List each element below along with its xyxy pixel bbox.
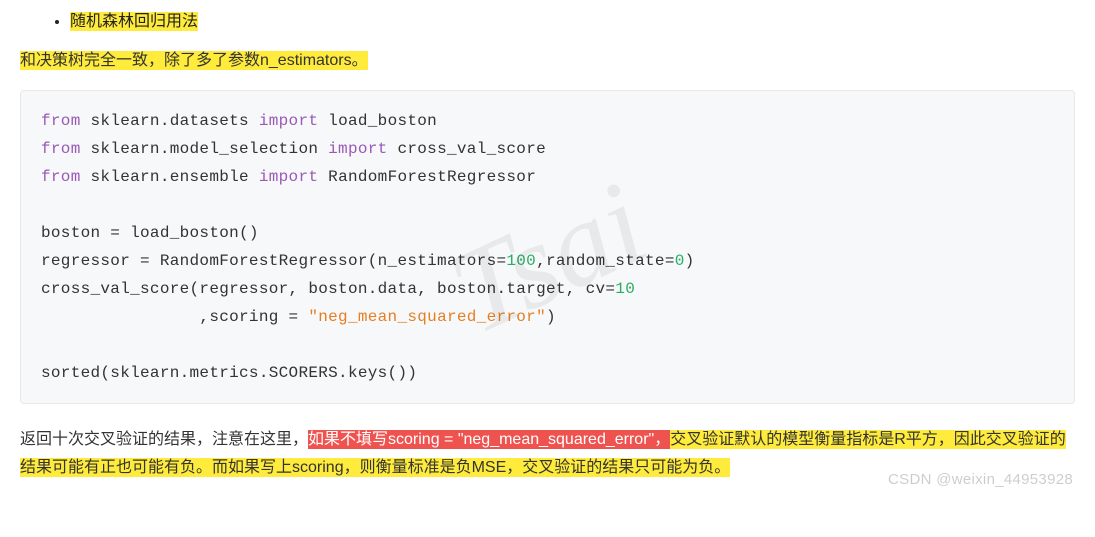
csdn-watermark: CSDN @weixin_44953928 <box>888 467 1073 493</box>
code-num: 100 <box>506 252 536 270</box>
code-text: boston = load_boston() <box>41 224 259 242</box>
code-kw: import <box>259 112 318 130</box>
code-num: 0 <box>675 252 685 270</box>
code-text: ) <box>685 252 695 270</box>
code-text: load_boston <box>318 112 437 130</box>
code-kw: from <box>41 112 81 130</box>
bullet-list: 随机森林回归用法 <box>20 8 1075 35</box>
code-text: sklearn.datasets <box>81 112 259 130</box>
code-text: sklearn.model_selection <box>81 140 329 158</box>
code-text: cross_val_score(regressor, boston.data, … <box>41 280 615 298</box>
para2-pre: 返回十次交叉验证的结果，注意在这里， <box>20 431 308 448</box>
code-kw: import <box>328 140 387 158</box>
code-text: sorted(sklearn.metrics.SCORERS.keys()) <box>41 364 417 382</box>
code-kw: from <box>41 140 81 158</box>
para2-mid: 而如果写上scoring，则衡量标准是负MSE，交叉验证的结果只可能为负。 <box>212 458 730 477</box>
code-text: regressor = RandomForestRegressor(n_esti… <box>41 252 506 270</box>
code-text: RandomForestRegressor <box>318 168 536 186</box>
code-text: ) <box>546 308 556 326</box>
code-num: 10 <box>615 280 635 298</box>
bullet-text: 随机森林回归用法 <box>70 12 198 31</box>
paragraph-1: 和决策树完全一致，除了多了参数n_estimators。 <box>20 47 1075 74</box>
code-text: ,random_state= <box>536 252 675 270</box>
code-text: cross_val_score <box>388 140 546 158</box>
code-kw: from <box>41 168 81 186</box>
bullet-item: 随机森林回归用法 <box>70 8 1075 35</box>
code-block: from sklearn.datasets import load_boston… <box>20 90 1075 404</box>
para2-red: 如果不填写scoring = "neg_mean_squared_error"， <box>308 430 670 449</box>
para1-line: 和决策树完全一致，除了多了参数n_estimators。 <box>20 51 368 70</box>
code-str: "neg_mean_squared_error" <box>308 308 546 326</box>
code-kw: import <box>259 168 318 186</box>
code-text: ,scoring = <box>41 308 308 326</box>
code-text: sklearn.ensemble <box>81 168 259 186</box>
